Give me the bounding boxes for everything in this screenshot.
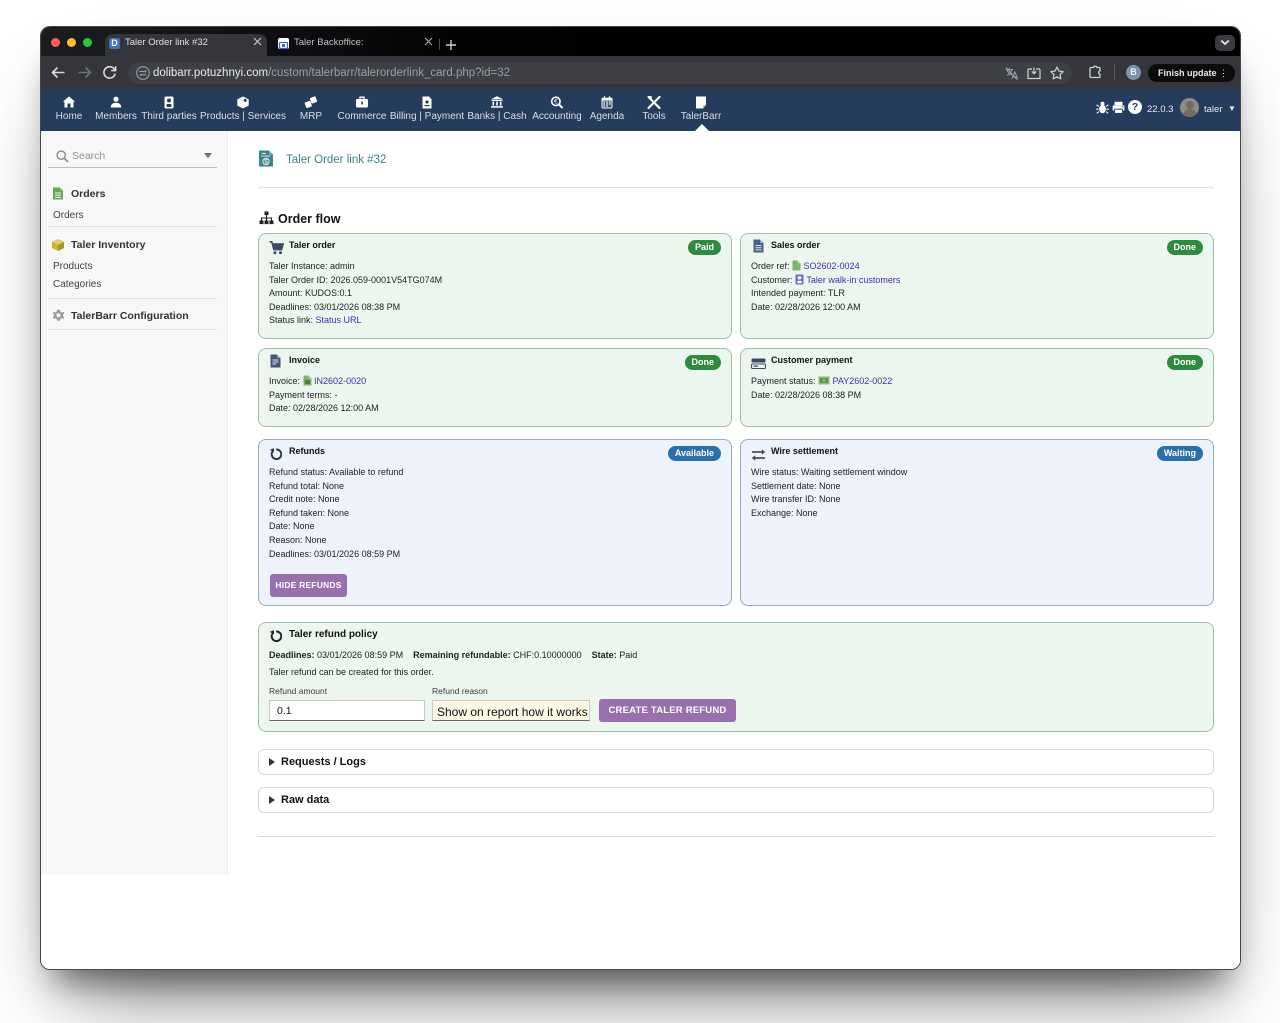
- svg-text:$: $: [264, 159, 268, 166]
